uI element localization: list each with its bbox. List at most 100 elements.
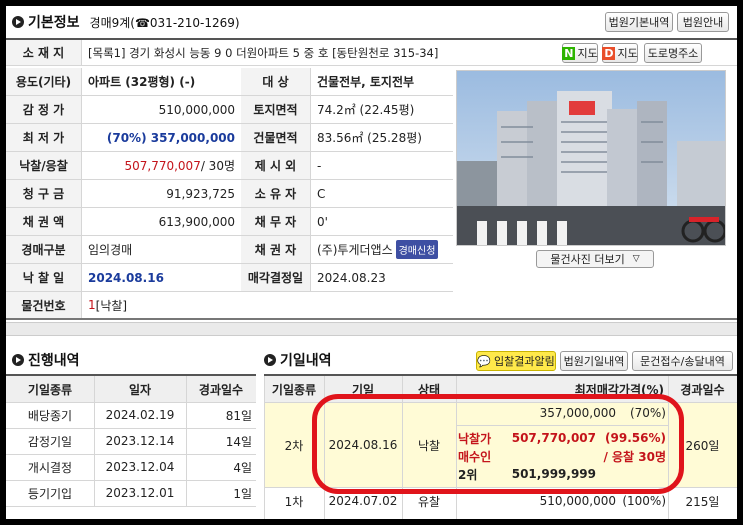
creditor-name: (주)투게더앱스 [317, 243, 393, 257]
winning-price: 507,770,007 [124, 158, 201, 173]
minimum-value: (70%) 357,000,000 [106, 130, 235, 145]
decision-date-value: 2024.08.23 [317, 270, 386, 285]
bullet-icon [12, 354, 24, 366]
info-row-debt: 채 권 액 613,900,000 [6, 208, 241, 236]
progress-row-days: 81일 [225, 408, 252, 423]
target-label: 대 상 [241, 68, 311, 95]
progress-row-days: 14일 [225, 434, 252, 449]
info-row-debtor: 채 무 자 0' [241, 208, 453, 236]
info-row-usage: 용도(기타) 아파트 (32평형) (-) [6, 68, 241, 96]
progress-row-date: 2023.12.01 [105, 486, 175, 500]
progress-header-kind: 기일종류 [27, 382, 73, 397]
excluded-label: 제 시 외 [241, 152, 311, 179]
auction-request-badge[interactable]: 경매신청 [395, 240, 439, 259]
progress-header-days: 경과일수 [198, 382, 244, 397]
excluded-value: - [317, 158, 322, 173]
info-row-minimum: 최 저 가 (70%) 357,000,000 [6, 124, 241, 152]
progress-row-date: 2024.02.19 [105, 408, 175, 422]
debtor-label: 채 무 자 [241, 208, 311, 235]
claim-value: 91,923,725 [166, 186, 235, 201]
info-row-excluded: 제 시 외 - [241, 152, 453, 180]
section-divider [6, 322, 737, 336]
auction-type-value: 임의경매 [88, 243, 133, 257]
info-row-building-area: 건물면적 83.56㎡ (25.28평) [241, 124, 453, 152]
building-area-value: 83.56㎡ (25.28평) [317, 131, 422, 145]
info-row-appraisal: 감 정 가 510,000,000 [6, 96, 241, 124]
schedule-row-kind: 1차 [284, 494, 304, 509]
address-row: 소 재 지 [목록1] 경기 화성시 능동 9 0 더원아파트 5 중 호 [동… [6, 38, 737, 66]
info-row-winning: 낙찰/응찰 507,770,007 / 30명 [6, 152, 241, 180]
win-date-label: 낙 찰 일 [6, 264, 82, 291]
naver-icon: N [562, 46, 576, 60]
more-photos-button[interactable]: 물건사진 더보기 ▽ [536, 250, 654, 268]
bid-result-alert-button[interactable]: 💬 입찰결과알림 [476, 351, 556, 371]
daum-icon: D [602, 46, 616, 60]
usage-value: 아파트 (32평형) (-) [88, 75, 196, 89]
naver-map-button[interactable]: N 지도 [562, 43, 598, 63]
info-row-claim: 청 구 금 91,923,725 [6, 180, 241, 208]
progress-row-kind: 개시결정 [27, 460, 73, 475]
bullet-icon [264, 354, 276, 366]
chevron-down-icon: ▽ [632, 254, 640, 264]
debt-label: 채 권 액 [6, 208, 82, 235]
court-schedule-button[interactable]: 법원기일내역 [560, 351, 628, 371]
item-number-label: 물건번호 [6, 292, 82, 318]
item-number-value: 1 [낙찰] [82, 292, 282, 318]
building-area-label: 건물면적 [241, 124, 311, 151]
address-label: 소 재 지 [6, 40, 82, 65]
auction-detail-panel: 기본정보 경매9계(☎031-210-1269) 법원기본내역 법원안내 소 재… [6, 6, 737, 519]
schedule-header-kind: 기일종류 [271, 382, 317, 397]
daum-map-button[interactable]: D 지도 [602, 43, 638, 63]
speech-bubble-icon: 💬 [477, 354, 491, 368]
schedule-heading: 기일내역 [280, 353, 332, 369]
court-info-button[interactable]: 법원안내 [677, 12, 729, 32]
item-number: 1 [88, 298, 96, 312]
land-area-value: 74.2㎡ (22.45평) [317, 103, 415, 117]
daum-map-label: 지도 [617, 47, 638, 60]
road-address-button[interactable]: 도로명주소 [644, 43, 702, 63]
creditor-label: 채 권 자 [241, 236, 311, 263]
owner-value: C [317, 186, 326, 201]
auction-type-label: 경매구분 [6, 236, 82, 263]
property-photo[interactable] [456, 70, 726, 246]
schedule-title: 기일내역 [264, 350, 332, 370]
info-row-decision-date: 매각결정일 2024.08.23 [241, 264, 453, 292]
progress-row-kind: 배당종기 [27, 408, 73, 423]
debtor-value: 0' [317, 214, 328, 229]
debt-value: 613,900,000 [158, 214, 235, 229]
minimum-label: 최 저 가 [6, 124, 82, 151]
progress-row-days: 1일 [233, 486, 252, 501]
document-history-button[interactable]: 문건접수/송달내역 [632, 351, 733, 371]
appraisal-value: 510,000,000 [158, 102, 235, 117]
progress-row-days: 4일 [233, 460, 252, 475]
progress-header-date: 일자 [128, 382, 152, 397]
decision-date-label: 매각결정일 [241, 264, 311, 291]
progress-row-date: 2023.12.04 [105, 460, 175, 474]
winning-value: 507,770,007 / 30명 [82, 152, 241, 179]
schedule-row-days: 215일 [685, 494, 720, 509]
creditor-value: (주)투게더앱스 경매신청 [311, 236, 453, 263]
apartment-photo-image [457, 71, 725, 245]
basic-info-heading: 기본정보 [28, 15, 80, 31]
highlight-circle [312, 394, 684, 494]
progress-heading: 진행내역 [28, 353, 80, 369]
case-number: 경매9계(☎031-210-1269) [89, 15, 240, 30]
owner-label: 소 유 자 [241, 180, 311, 207]
progress-title: 진행내역 [12, 350, 80, 370]
info-row-auction-type: 경매구분 임의경매 [6, 236, 241, 264]
more-photos-label: 물건사진 더보기 [550, 253, 625, 266]
bid-result-alert-label: 입찰결과알림 [493, 355, 555, 368]
court-basic-button[interactable]: 법원기본내역 [605, 12, 673, 32]
info-row-owner: 소 유 자 C [241, 180, 453, 208]
target-value: 건물전부, 토지전부 [317, 75, 415, 89]
usage-label: 용도(기타) [6, 68, 82, 95]
bidder-count: / 30명 [200, 159, 235, 173]
info-row-win-date: 낙 찰 일 2024.08.16 [6, 264, 241, 292]
item-number-row: 물건번호 1 [낙찰] [6, 292, 737, 320]
land-area-label: 토지면적 [241, 96, 311, 123]
appraisal-label: 감 정 가 [6, 96, 82, 123]
info-row-creditor: 채 권 자 (주)투게더앱스 경매신청 [241, 236, 453, 264]
progress-row-kind: 등기기입 [27, 486, 73, 501]
info-row-target: 대 상 건물전부, 토지전부 [241, 68, 453, 96]
schedule-header-days: 경과일수 [680, 382, 725, 397]
